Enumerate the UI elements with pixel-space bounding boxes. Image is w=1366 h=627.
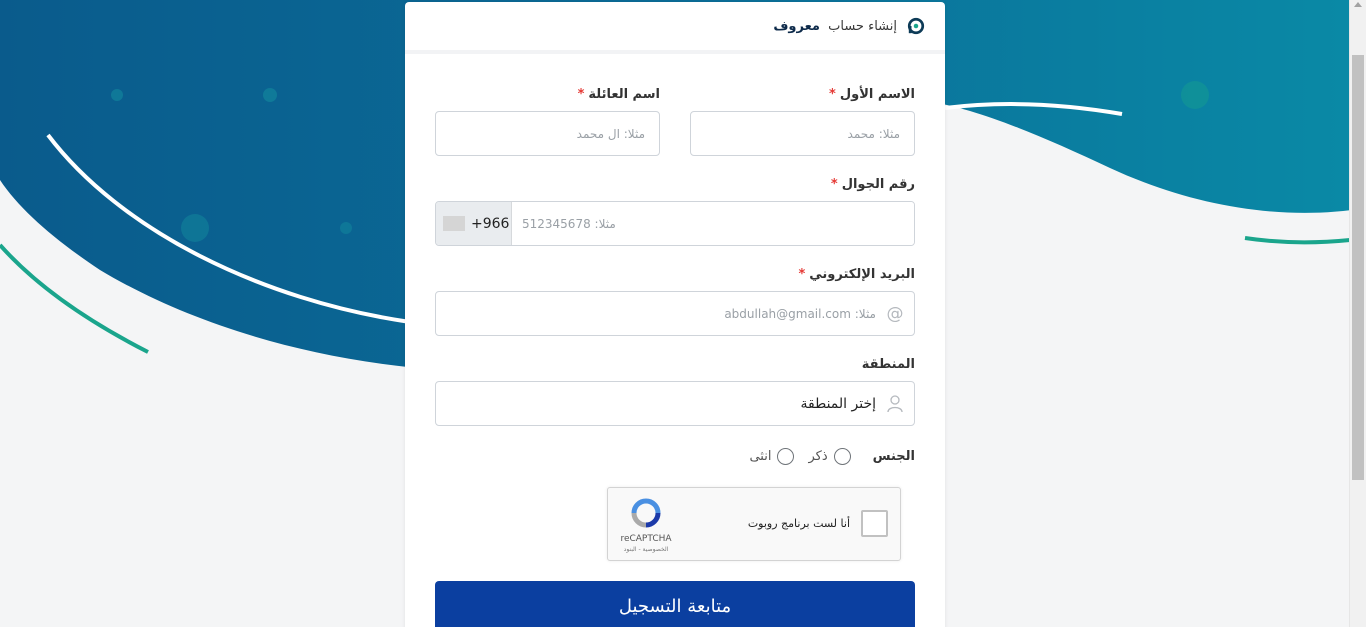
gender-label: الجنس: [872, 448, 915, 464]
recaptcha-widget: أنا لست برنامج روبوت reCAPTCHA الخصوصية …: [607, 487, 901, 561]
last-name-label: اسم العائلة*: [578, 87, 660, 102]
region-label-text: المنطقة: [861, 357, 915, 372]
recaptcha-icon: [631, 498, 661, 528]
flag-icon: [443, 216, 465, 231]
email-label: البريد الإلكتروني*: [798, 267, 915, 282]
recaptcha-logo: reCAPTCHA الخصوصية - البنود: [618, 498, 674, 553]
card-header: إنشاء حساب معروف: [405, 2, 945, 54]
maroof-logo-icon: [907, 17, 925, 35]
gender-group: الجنس ذكر انثى: [435, 445, 915, 467]
last-name-input[interactable]: [435, 111, 660, 156]
email-input[interactable]: [436, 306, 876, 321]
region-selected-value: إختر المنطقة: [800, 395, 877, 412]
required-mark: *: [829, 87, 836, 102]
gender-option-male[interactable]: ذكر: [808, 447, 851, 465]
mobile-label: رقم الجوال*: [831, 177, 915, 192]
gender-option-label: ذكر: [808, 448, 828, 464]
required-mark: *: [830, 177, 838, 192]
gender-option-label: انثى: [749, 448, 772, 464]
gender-option-female[interactable]: انثى: [749, 447, 795, 465]
first-name-input[interactable]: [690, 111, 915, 156]
brand-name: معروف: [773, 18, 820, 34]
radio-button[interactable]: [833, 447, 851, 465]
scrollbar[interactable]: [1349, 0, 1366, 627]
last-name-label-text: اسم العائلة: [588, 87, 660, 102]
recaptcha-text: أنا لست برنامج روبوت: [747, 517, 850, 530]
required-mark: *: [798, 267, 806, 282]
scroll-up-icon[interactable]: [1354, 2, 1362, 7]
country-code-selector[interactable]: +966: [436, 202, 512, 245]
country-code: +966: [471, 215, 510, 232]
region-select[interactable]: إختر المنطقة: [435, 381, 915, 426]
title-prefix: إنشاء حساب: [828, 18, 897, 34]
required-mark: *: [577, 87, 585, 102]
radio-button[interactable]: [777, 447, 795, 465]
mobile-label-text: رقم الجوال: [841, 177, 915, 192]
region-label: المنطقة: [862, 357, 915, 372]
user-icon: [876, 394, 914, 413]
at-sign-icon: @: [886, 303, 904, 324]
email-field: @: [435, 291, 915, 336]
registration-card: إنشاء حساب معروف الاسم الأول* اسم العائل…: [405, 2, 945, 627]
recaptcha-terms[interactable]: الخصوصية - البنود: [618, 546, 674, 553]
email-label-text: البريد الإلكتروني: [809, 267, 915, 282]
first-name-label: الاسم الأول*: [829, 87, 915, 102]
scrollbar-thumb[interactable]: [1352, 55, 1364, 480]
recaptcha-checkbox[interactable]: [861, 510, 888, 537]
first-name-label-text: الاسم الأول: [839, 87, 915, 102]
mobile-input[interactable]: [512, 202, 914, 245]
recaptcha-brand: reCAPTCHA: [620, 534, 672, 544]
continue-registration-button[interactable]: متابعة التسجيل: [435, 581, 915, 627]
mobile-field: +966: [435, 201, 915, 246]
page-title: إنشاء حساب معروف: [773, 19, 897, 34]
